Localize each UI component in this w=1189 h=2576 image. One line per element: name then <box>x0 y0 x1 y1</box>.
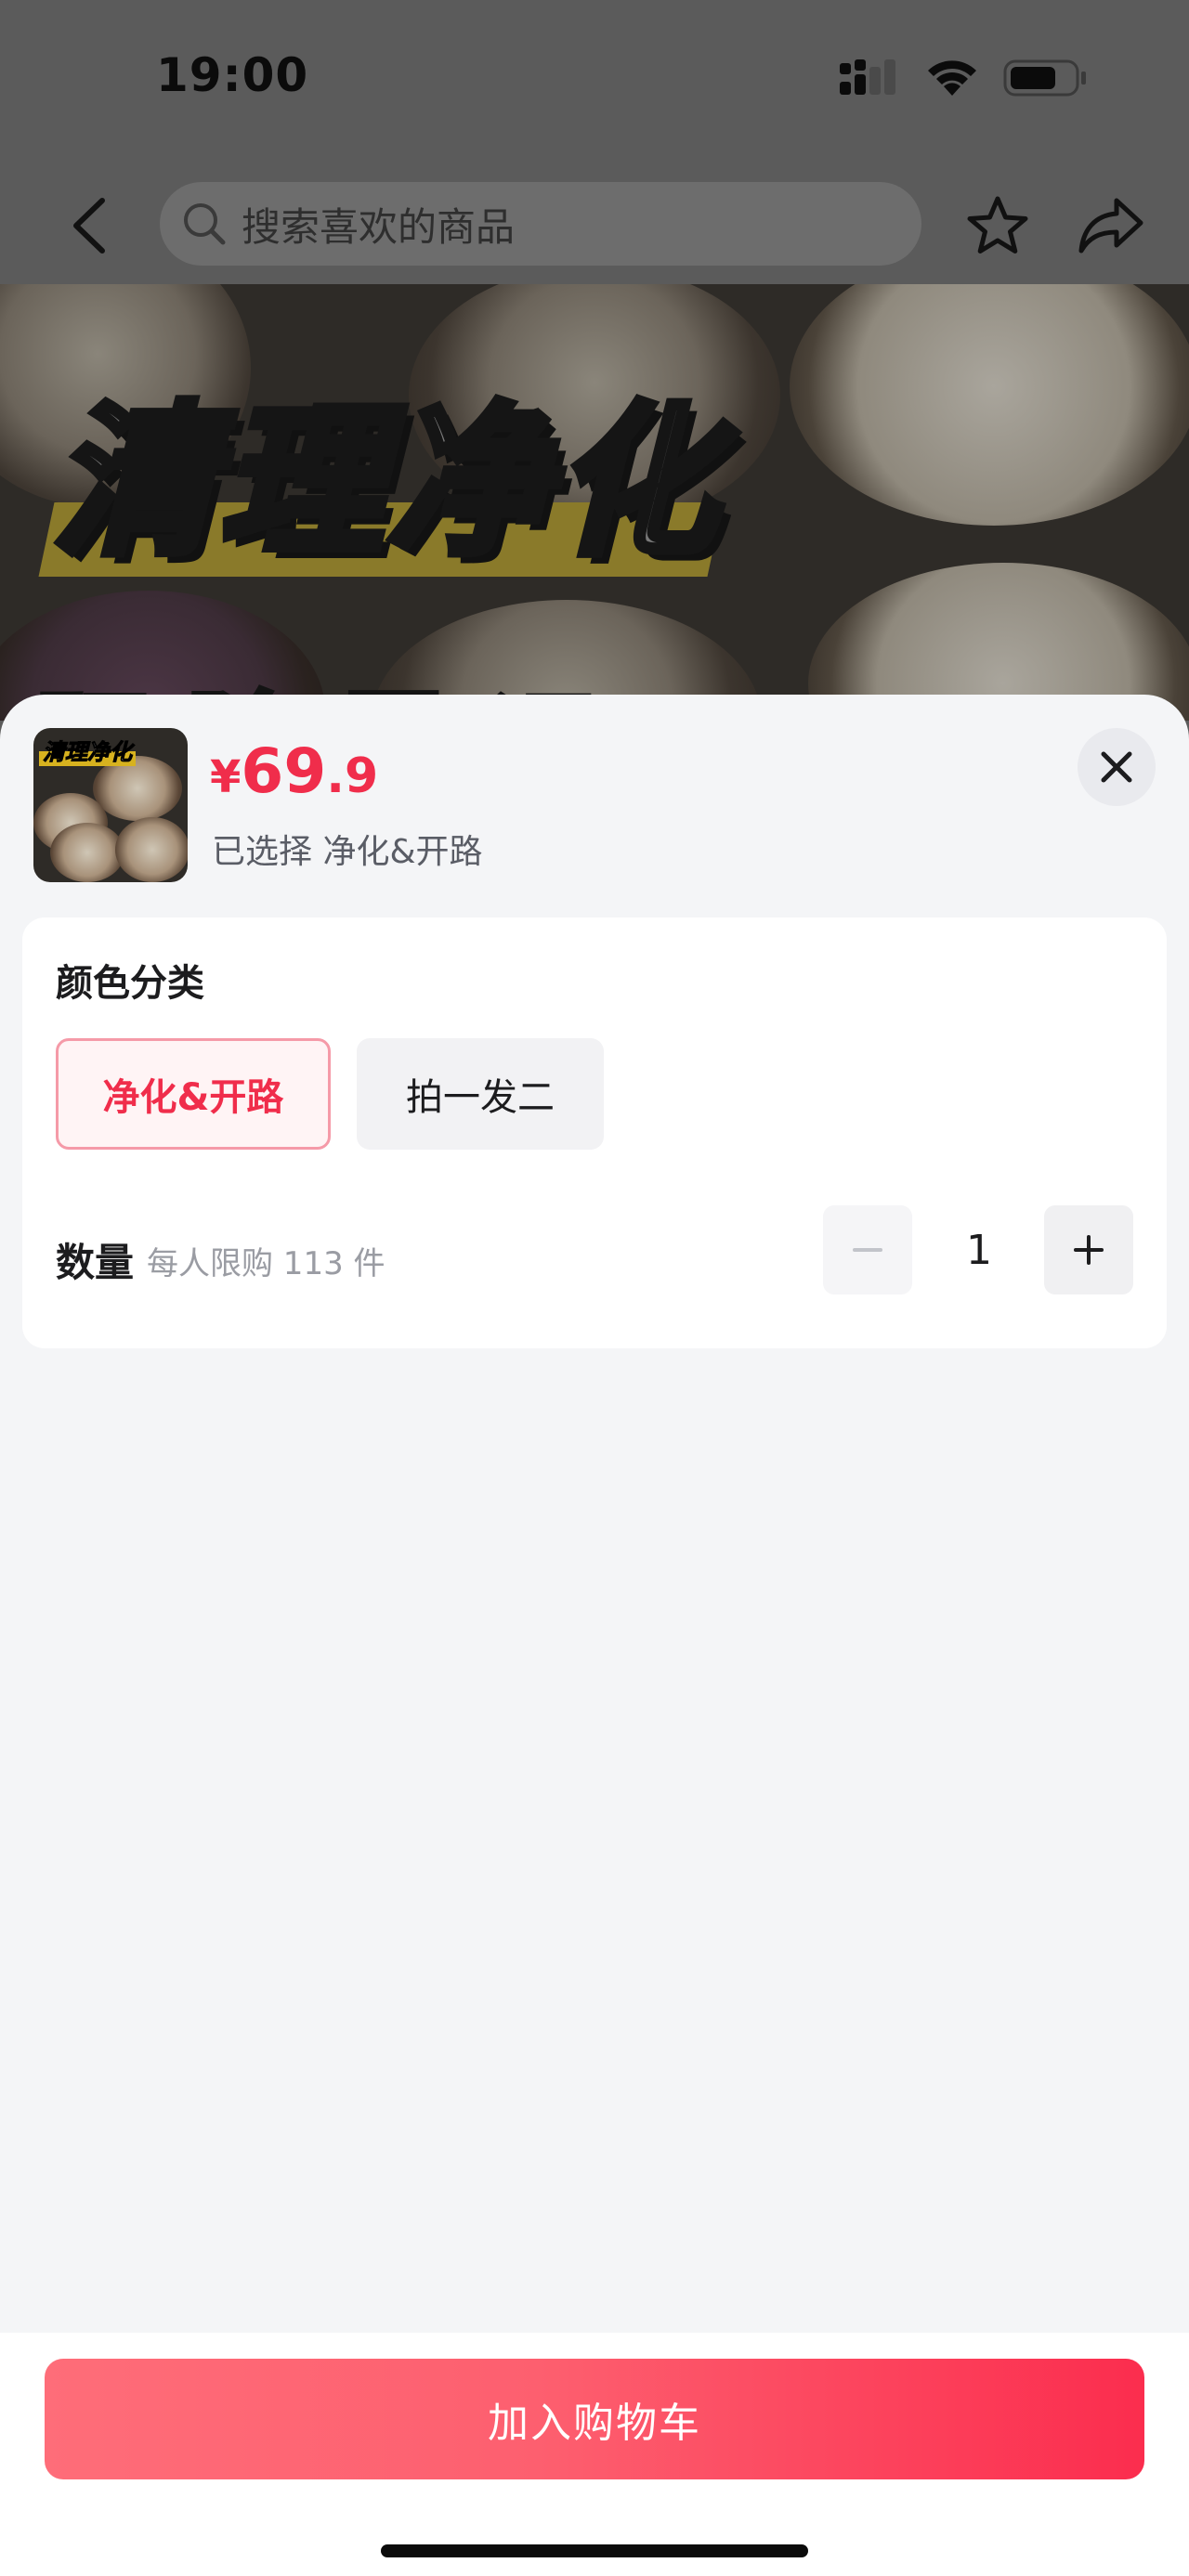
status-icons <box>838 58 1089 98</box>
hero-bowl <box>790 284 1189 526</box>
search-icon <box>184 203 226 245</box>
product-hero-image[interactable]: 清理净化 驱 除 霉 运 <box>0 284 1189 721</box>
price-integer: 69 <box>241 735 327 807</box>
price-decimal: .9 <box>326 748 379 804</box>
thumb-bowl <box>50 823 124 882</box>
battery-icon <box>1003 59 1086 97</box>
selected-sku-text: 已选择 净化&开路 <box>212 833 483 871</box>
color-category-title: 颜色分类 <box>56 962 204 1005</box>
quantity-limit-text: 每人限购 113 件 <box>147 1245 385 1282</box>
add-to-cart-button[interactable]: 加入购物车 <box>45 2359 1144 2479</box>
quantity-label: 数量 <box>56 1240 135 1285</box>
quantity-decrease-button[interactable] <box>823 1205 912 1295</box>
quantity-value[interactable]: 1 <box>933 1205 1026 1295</box>
search-input[interactable]: 搜索喜欢的商品 <box>160 182 921 266</box>
search-placeholder: 搜索喜欢的商品 <box>242 203 516 250</box>
status-bar: 19:00 <box>0 0 1189 158</box>
signal-icon <box>840 59 895 95</box>
hero-title: 清理净化 <box>48 384 722 581</box>
option-chip-selected[interactable]: 净化&开路 <box>56 1038 331 1150</box>
home-indicator[interactable] <box>381 2544 808 2557</box>
price: ¥69.9 <box>210 741 378 802</box>
options-card: 颜色分类 净化&开路 拍一发二 数量 每人限购 113 件 1 <box>22 917 1167 1348</box>
thumbnail-title: 清理净化 <box>39 734 136 766</box>
close-icon <box>1101 751 1132 783</box>
status-time: 19:00 <box>156 48 309 102</box>
minus-icon <box>853 1248 882 1252</box>
product-thumbnail: 清理净化 <box>33 728 188 882</box>
back-icon <box>73 198 105 254</box>
plus-icon <box>1074 1235 1104 1265</box>
share-button[interactable] <box>1074 191 1148 262</box>
close-button[interactable] <box>1078 728 1156 806</box>
quantity-increase-button[interactable] <box>1044 1205 1133 1295</box>
sku-selection-sheet: 清理净化 ¥69.9 已选择 净化&开路 颜色分类 净化&开路 拍一发二 数量 … <box>0 695 1189 2576</box>
price-currency: ¥ <box>210 751 242 803</box>
wifi-icon <box>928 60 976 96</box>
thumb-bowl <box>115 817 188 882</box>
option-chip[interactable]: 拍一发二 <box>357 1038 604 1150</box>
back-button[interactable] <box>56 193 121 258</box>
favorite-button[interactable] <box>962 191 1033 262</box>
bottom-action-bar: 加入购物车 <box>0 2333 1189 2576</box>
share-icon <box>1078 198 1143 254</box>
star-icon <box>967 196 1028 254</box>
top-nav-bar: 搜索喜欢的商品 <box>0 176 1189 279</box>
